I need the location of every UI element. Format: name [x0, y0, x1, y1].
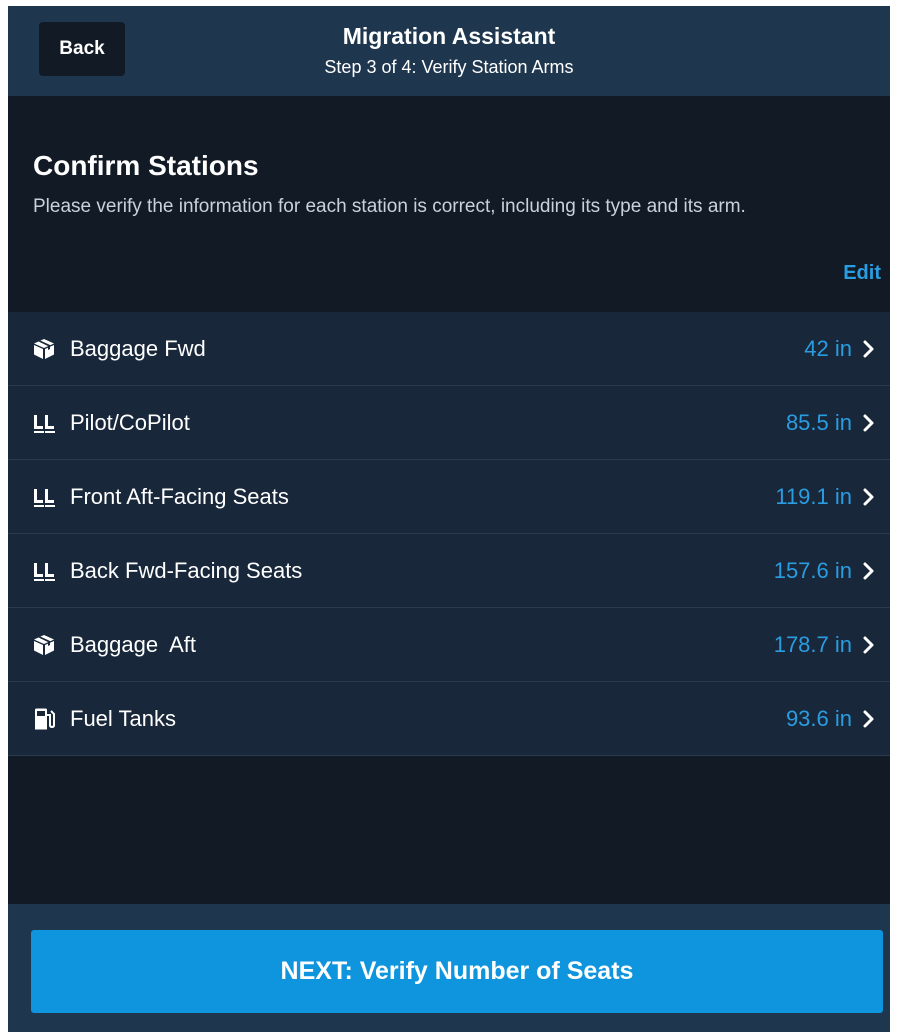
- section-title: Confirm Stations: [33, 150, 259, 181]
- station-label: Pilot/CoPilot: [70, 409, 190, 435]
- chevron-right-icon: [862, 635, 876, 655]
- chevron-right-icon: [862, 339, 876, 359]
- chevron-right-icon: [862, 709, 876, 729]
- chevron-right-icon: [862, 487, 876, 507]
- intro-section: Confirm Stations Please verify the infor…: [8, 96, 890, 312]
- station-row-baggage-fwd[interactable]: Baggage Fwd 42 in: [8, 312, 890, 386]
- station-arm-value: 119.1 in: [775, 483, 852, 509]
- footer-bar: NEXT: Verify Number of Seats: [8, 904, 890, 1032]
- seats-icon: [32, 485, 56, 509]
- baggage-box-icon: [32, 337, 56, 361]
- station-label: Baggage Fwd: [70, 335, 206, 361]
- station-row-front-aft-facing-seats[interactable]: Front Aft-Facing Seats 119.1 in: [8, 460, 890, 534]
- station-arm-value: 42 in: [804, 335, 852, 361]
- station-label: Front Aft-Facing Seats: [70, 483, 289, 509]
- header-subtitle: Step 3 of 4: Verify Station Arms: [324, 57, 574, 77]
- migration-assistant-screen: Back Migration Assistant Step 3 of 4: Ve…: [8, 6, 890, 1032]
- fuel-pump-icon: [32, 707, 56, 731]
- station-label: Back Fwd-Facing Seats: [70, 557, 303, 583]
- chevron-right-icon: [862, 561, 876, 581]
- station-label: Fuel Tanks: [70, 705, 176, 731]
- station-row-back-fwd-facing-seats[interactable]: Back Fwd-Facing Seats 157.6 in: [8, 534, 890, 608]
- stations-list: Baggage Fwd 42 in Pilot/CoPilot 85.5 in: [8, 312, 890, 756]
- navigation-header: Back Migration Assistant Step 3 of 4: Ve…: [8, 6, 890, 96]
- station-arm-value: 93.6 in: [785, 705, 852, 731]
- next-verify-seats-button[interactable]: NEXT: Verify Number of Seats: [31, 930, 883, 1013]
- chevron-right-icon: [862, 413, 876, 433]
- baggage-box-icon: [32, 633, 56, 657]
- header-title: Migration Assistant: [342, 23, 556, 49]
- station-arm-value: 178.7 in: [773, 631, 852, 657]
- station-row-pilot-copilot[interactable]: Pilot/CoPilot 85.5 in: [8, 386, 890, 460]
- station-label: Baggage Aft: [70, 631, 196, 657]
- station-arm-value: 157.6 in: [773, 557, 852, 583]
- seats-icon: [32, 411, 56, 435]
- section-description: Please verify the information for each s…: [33, 196, 746, 217]
- station-row-fuel-tanks[interactable]: Fuel Tanks 93.6 in: [8, 682, 890, 756]
- seats-icon: [32, 559, 56, 583]
- station-row-baggage-aft[interactable]: Baggage Aft 178.7 in: [8, 608, 890, 682]
- edit-button[interactable]: Edit: [843, 262, 881, 285]
- station-arm-value: 85.5 in: [785, 409, 852, 435]
